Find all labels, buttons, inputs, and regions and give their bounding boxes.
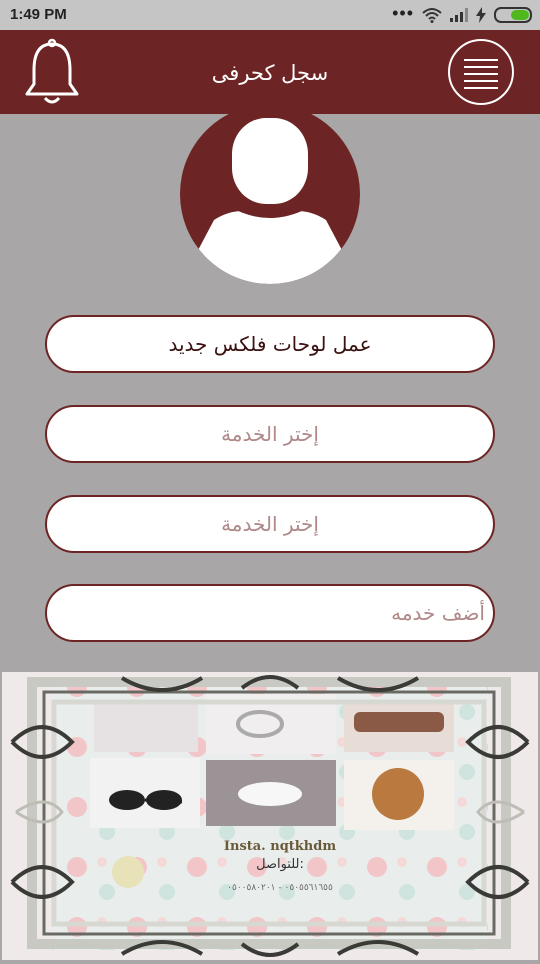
- battery-icon: [494, 7, 532, 23]
- status-icons: •••: [392, 3, 532, 25]
- ad-insta-text: Insta. nqtkhdm: [224, 839, 336, 854]
- menu-button[interactable]: [448, 39, 514, 105]
- avatar[interactable]: [180, 104, 360, 284]
- menu-icon-line: [464, 73, 498, 75]
- ad-image: Insta. nqtkhdm للتواصل: ٠٥٠٥٥٦١٦٥٥ - ٠٥٠…: [10, 675, 530, 957]
- avatar-icon: [196, 118, 344, 284]
- service-select-2[interactable]: إختر الخدمة: [45, 495, 495, 553]
- status-time: 1:49 PM: [10, 6, 67, 23]
- add-service-field[interactable]: أضف خدمه: [45, 584, 495, 642]
- ad-phones-text: ٠٥٠٥٥٦١٦٥٥ - ٠٥٠٠٥٨٠٢٠١: [227, 883, 333, 893]
- notification-dots: •••: [392, 3, 414, 23]
- menu-icon: [464, 59, 498, 61]
- ad-banner[interactable]: Insta. nqtkhdm للتواصل: ٠٥٠٥٥٦١٦٥٥ - ٠٥٠…: [2, 672, 538, 960]
- menu-icon-line: [464, 66, 498, 68]
- service-select-1[interactable]: إختر الخدمة: [45, 405, 495, 463]
- menu-icon-line: [464, 80, 498, 82]
- wifi-icon: [422, 8, 442, 23]
- status-bar: 1:49 PM •••: [0, 0, 540, 30]
- ad-contact-text: للتواصل:: [256, 857, 304, 872]
- app-header: سجل كحرفى: [0, 30, 540, 114]
- signal-icon: [450, 8, 468, 22]
- menu-icon-line: [464, 87, 498, 89]
- service-name-field[interactable]: عمل لوحات فلكس جديد: [45, 315, 495, 373]
- charging-icon: [476, 7, 486, 23]
- product-ring-1: [94, 700, 198, 752]
